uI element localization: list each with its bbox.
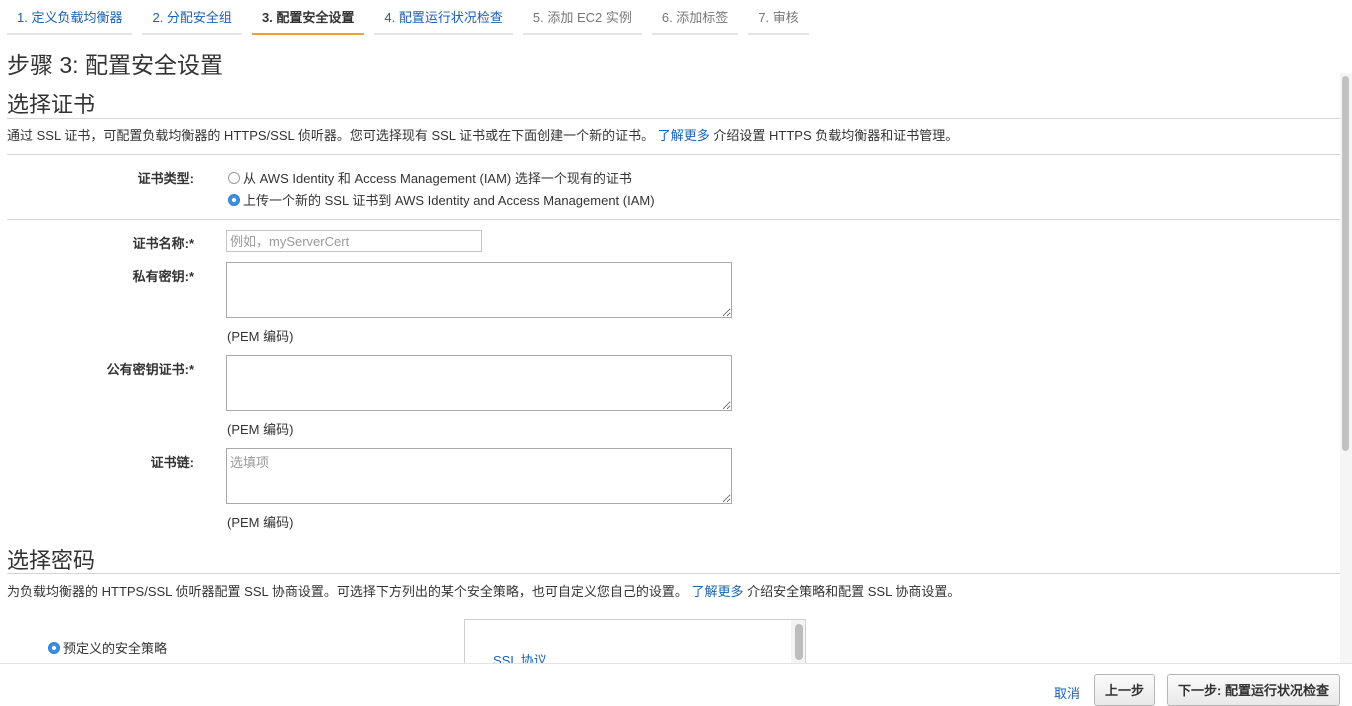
certificate-name-label: 证书名称:* <box>132 236 194 251</box>
radio-label: 上传一个新的 SSL 证书到 AWS Identity and Access M… <box>243 193 655 208</box>
step-tab-assign-security-groups[interactable]: 2. 分配安全组 <box>142 0 242 35</box>
certificate-description: 通过 SSL 证书，可配置负载均衡器的 HTTPS/SSL 侦听器。您可选择现有… <box>7 128 959 143</box>
next-button[interactable]: 下一步: 配置运行状况检查 <box>1167 674 1340 706</box>
divider <box>7 154 1340 155</box>
private-key-label: 私有密钥:* <box>132 269 194 284</box>
divider <box>7 219 1340 220</box>
divider <box>7 573 1340 574</box>
radio-predefined-security-policy[interactable]: 预定义的安全策略 <box>48 638 167 657</box>
select-cipher-heading: 选择密码 <box>7 548 96 573</box>
previous-button[interactable]: 上一步 <box>1094 674 1156 706</box>
wizard-footer: 取消 上一步 下一步: 配置运行状况检查 <box>0 663 1352 706</box>
panel-scrollbar[interactable] <box>791 620 805 663</box>
radio-button[interactable] <box>228 171 240 184</box>
certificate-chain-hint: (PEM 编码) <box>227 515 294 530</box>
radio-button-selected[interactable] <box>228 193 240 206</box>
step-tab-add-tags: 6. 添加标签 <box>651 0 739 35</box>
learn-more-certificates-link[interactable]: 了解更多 <box>658 128 710 143</box>
page-title: 步骤 3: 配置安全设置 <box>7 52 223 78</box>
radio-button-selected[interactable] <box>48 641 60 654</box>
ssl-protocol-link[interactable]: SSL 协议 <box>493 650 547 663</box>
step-tab-configure-security-settings[interactable]: 3. 配置安全设置 <box>251 0 365 35</box>
radio-upload-certificate[interactable]: 上传一个新的 SSL 证书到 AWS Identity and Access M… <box>228 190 655 209</box>
public-certificate-hint: (PEM 编码) <box>227 422 294 437</box>
step-tab-configure-health-check[interactable]: 4. 配置运行状况检查 <box>374 0 513 35</box>
panel-scrollbar-thumb[interactable] <box>795 624 803 660</box>
step-tab-review: 7. 审核 <box>748 0 809 35</box>
radio-label: 从 AWS Identity 和 Access Management (IAM)… <box>243 171 632 186</box>
learn-more-cipher-link[interactable]: 了解更多 <box>691 584 743 599</box>
public-certificate-label: 公有密钥证书:* <box>106 362 194 377</box>
wizard-content-scroll[interactable]: 选择证书 通过 SSL 证书，可配置负载均衡器的 HTTPS/SSL 侦听器。您… <box>0 78 1352 663</box>
step-tab-define-load-balancer[interactable]: 1. 定义负载均衡器 <box>7 0 133 35</box>
certificate-name-input[interactable] <box>226 230 482 252</box>
public-certificate-textarea[interactable] <box>226 355 732 411</box>
private-key-hint: (PEM 编码) <box>227 329 294 344</box>
radio-label: 预定义的安全策略 <box>63 641 168 656</box>
cipher-description: 为负载均衡器的 HTTPS/SSL 侦听器配置 SSL 协商设置。可选择下方列出… <box>7 584 961 599</box>
step-tab-add-ec2-instances: 5. 添加 EC2 实例 <box>522 0 642 35</box>
radio-existing-certificate[interactable]: 从 AWS Identity 和 Access Management (IAM)… <box>228 168 632 187</box>
certificate-chain-label: 证书链: <box>150 455 194 470</box>
divider <box>7 118 1340 119</box>
certificate-chain-textarea[interactable] <box>226 448 732 504</box>
cancel-button[interactable]: 取消 <box>1054 683 1080 702</box>
page-scrollbar-thumb[interactable] <box>1342 76 1349 451</box>
select-certificate-heading: 选择证书 <box>7 92 96 117</box>
page-scrollbar[interactable] <box>1340 73 1352 663</box>
private-key-textarea[interactable] <box>226 262 732 318</box>
certificate-type-label: 证书类型: <box>137 171 194 186</box>
security-policy-panel[interactable]: SSL 协议 <box>464 619 806 663</box>
wizard-steps: 1. 定义负载均衡器 2. 分配安全组 3. 配置安全设置 4. 配置运行状况检… <box>7 0 819 35</box>
